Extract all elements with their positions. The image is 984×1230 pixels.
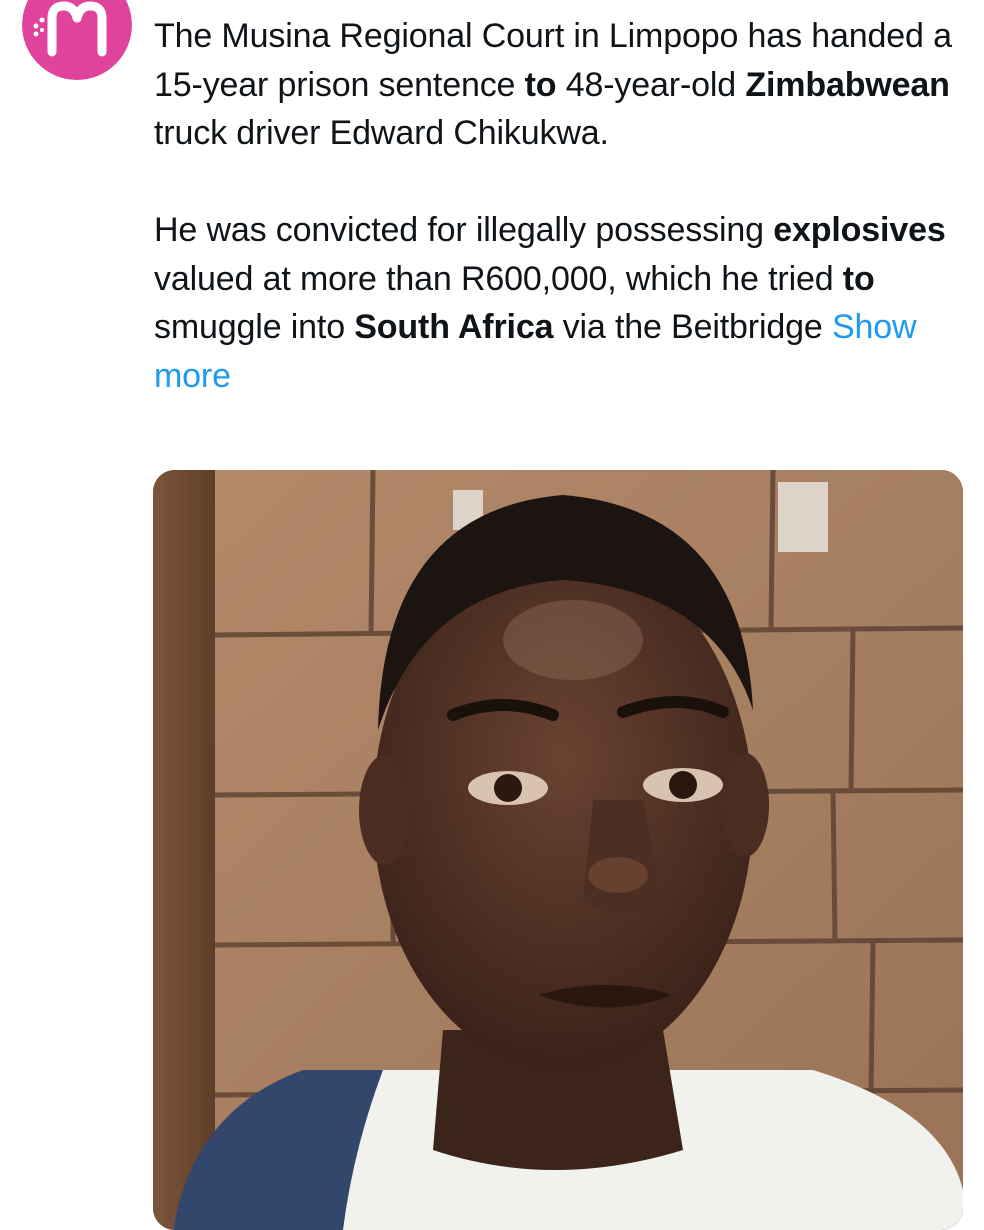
- text-segment: smuggle into: [154, 308, 355, 346]
- brand-logo-m-icon: [22, 0, 132, 80]
- text-segment: via the Beitbridge: [553, 308, 832, 346]
- tweet: The Musina Regional Court in Limpopo has…: [0, 0, 984, 1230]
- tweet-photo[interactable]: [153, 470, 963, 1230]
- tweet-paragraph-1: The Musina Regional Court in Limpopo has…: [154, 12, 964, 158]
- tweet-paragraph-2: He was convicted for illegally possessin…: [154, 206, 964, 400]
- author-avatar[interactable]: [22, 0, 132, 80]
- bold-segment: South Africa: [354, 308, 554, 346]
- bold-segment: to: [524, 65, 557, 104]
- bold-segment: Zimbabwean: [745, 65, 950, 104]
- text-segment: truck driver Edward Chikukwa.: [154, 114, 609, 152]
- tweet-text: The Musina Regional Court in Limpopo has…: [154, 12, 964, 400]
- bold-segment: to: [842, 259, 875, 298]
- text-segment: 48-year-old: [556, 65, 746, 104]
- bold-segment: explosives: [773, 211, 946, 249]
- photo-of-man-icon: [153, 470, 963, 1230]
- text-segment: He was convicted for illegally possessin…: [154, 211, 774, 249]
- text-segment: valued at more than R600,000, which he t…: [154, 259, 843, 298]
